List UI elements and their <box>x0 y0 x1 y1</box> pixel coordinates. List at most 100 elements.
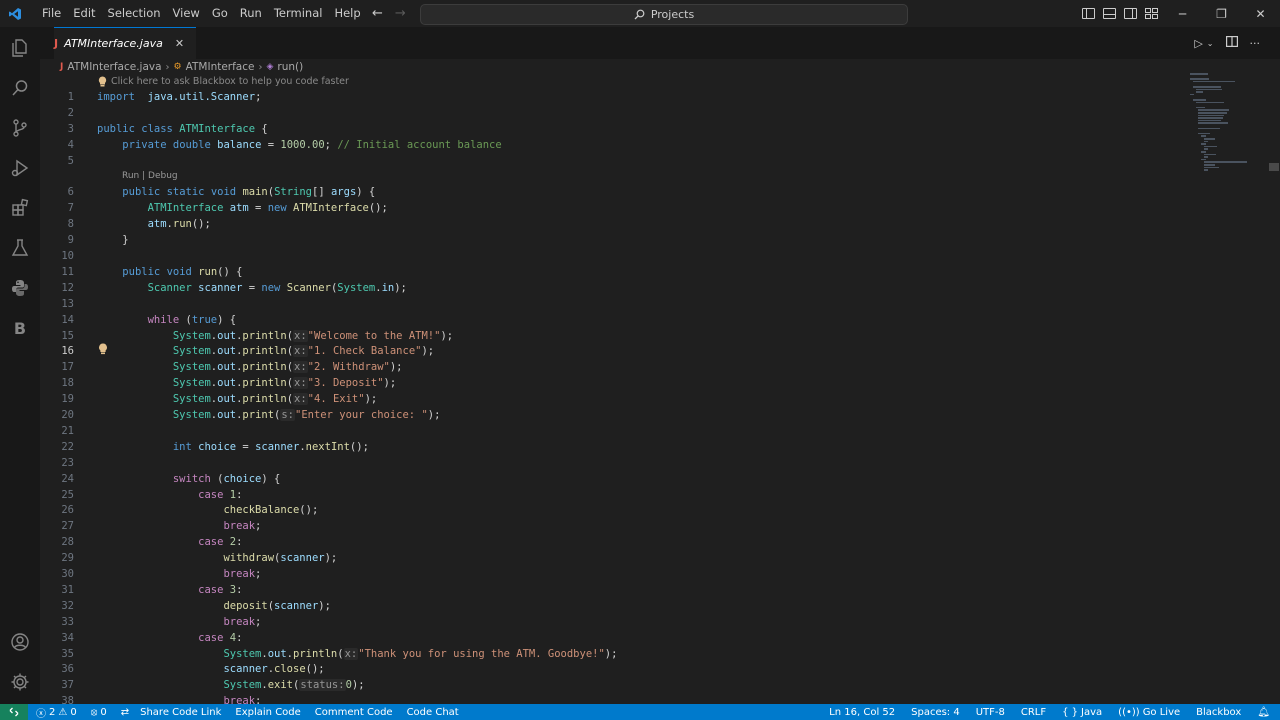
line-number: 28 <box>61 536 74 549</box>
token: System <box>337 281 376 294</box>
token: ATMInterface <box>293 202 369 215</box>
minimap-line <box>1198 119 1221 122</box>
problems-indicator[interactable]: ⓧ 2 ⚠ 0 <box>36 705 77 720</box>
breadcrumb-class[interactable]: ATMInterface <box>186 61 255 73</box>
line-text: System.out.println(x:"4. Exit"); <box>97 391 377 407</box>
toggle-panel-icon[interactable] <box>1103 8 1116 19</box>
testing-flask-icon[interactable] <box>8 236 32 260</box>
menu-selection[interactable]: Selection <box>102 0 167 27</box>
status-bar: ⓧ 2 ⚠ 0 ⦻ 0 ⇄ Share Code Link Explain Code … <box>0 704 1280 720</box>
inlay-hint: x: <box>293 329 308 342</box>
menu-edit[interactable]: Edit <box>67 0 101 27</box>
go-live-button[interactable]: ((•)) Go Live <box>1118 707 1180 718</box>
share-code-link[interactable]: ⇄ Share Code Link <box>121 707 222 718</box>
minimap[interactable] <box>1190 73 1266 183</box>
notifications-bell-icon[interactable]: 🔔︎ <box>1257 707 1270 718</box>
window-controls: ─ ❐ ✕ <box>1163 0 1280 27</box>
menu-file[interactable]: File <box>36 0 67 27</box>
vertical-scrollbar[interactable] <box>1269 73 1279 703</box>
token: = <box>248 202 268 215</box>
line-number: 12 <box>61 281 74 294</box>
customize-layout-icon[interactable] <box>1145 8 1158 19</box>
line-text: break; <box>97 566 261 582</box>
menu-run[interactable]: Run <box>234 0 268 27</box>
blackbox-b-icon[interactable]: B <box>8 316 32 340</box>
lightbulb-icon[interactable] <box>98 343 108 355</box>
restore-icon[interactable]: ❐ <box>1202 0 1241 27</box>
token: = <box>261 138 281 151</box>
line-number: 4 <box>67 138 74 151</box>
close-tab-icon[interactable]: ✕ <box>175 37 184 50</box>
minimize-icon[interactable]: ─ <box>1163 0 1202 27</box>
token: balance <box>217 138 262 151</box>
indentation[interactable]: Spaces: 4 <box>911 707 960 718</box>
codelens-debug[interactable]: Debug <box>148 171 178 181</box>
minimap-line <box>1195 91 1203 93</box>
python-icon[interactable] <box>8 276 32 300</box>
close-window-icon[interactable]: ✕ <box>1241 0 1280 27</box>
run-dropdown-icon[interactable]: ⌄ <box>1207 39 1214 48</box>
back-arrow-icon[interactable]: ← <box>372 6 383 21</box>
minimap-line <box>1195 106 1206 109</box>
split-editor-icon[interactable] <box>1225 36 1238 50</box>
minimap-line <box>1198 117 1223 119</box>
nav-arrows: ← → <box>372 0 406 27</box>
codelens-run[interactable]: Run <box>122 171 139 181</box>
token: public <box>122 265 161 278</box>
chevron-right-icon: › <box>165 61 170 73</box>
ports-icon: ⦻ <box>90 706 98 718</box>
source-control-icon[interactable] <box>8 116 32 140</box>
minimap-line <box>1198 127 1221 130</box>
breadcrumb-method[interactable]: run() <box>277 61 303 73</box>
encoding[interactable]: UTF-8 <box>976 707 1005 718</box>
settings-gear-icon[interactable] <box>8 670 32 694</box>
explain-code-button[interactable]: Explain Code <box>235 707 300 718</box>
menu-view[interactable]: View <box>167 0 206 27</box>
extensions-icon[interactable] <box>8 196 32 220</box>
comment-code-button[interactable]: Comment Code <box>315 707 393 718</box>
tab-atminterface-java[interactable]: J ATMInterface.java ✕ <box>54 27 197 59</box>
token: close <box>274 663 306 676</box>
codelens-run-debug[interactable]: Run | Debug <box>122 171 178 181</box>
run-debug-icon[interactable] <box>8 156 32 180</box>
breadcrumb-file[interactable]: ATMInterface.java <box>67 61 161 73</box>
toggle-secondary-sidebar-icon[interactable] <box>1124 8 1137 19</box>
token: public <box>122 186 161 199</box>
minimap-line <box>1190 93 1194 96</box>
menu-help[interactable]: Help <box>328 0 366 27</box>
toggle-primary-sidebar-icon[interactable] <box>1082 8 1095 19</box>
token: true <box>191 313 218 326</box>
token: println <box>242 361 287 374</box>
token: // Initial account balance <box>337 138 502 151</box>
token: println <box>293 647 338 660</box>
blackbox-status[interactable]: Blackbox <box>1196 707 1241 718</box>
cursor-position[interactable]: Ln 16, Col 52 <box>829 707 895 718</box>
scrollbar-thumb[interactable] <box>1269 163 1279 171</box>
tab-label: ATMInterface.java <box>64 37 163 50</box>
code-chat-button[interactable]: Code Chat <box>407 707 459 718</box>
error-count: 2 <box>49 706 56 718</box>
line-endings[interactable]: CRLF <box>1021 707 1046 718</box>
menu-go[interactable]: Go <box>206 0 234 27</box>
blackbox-hint[interactable]: Click here to ask Blackbox to help you c… <box>98 76 349 87</box>
forward-arrow-icon[interactable]: → <box>395 6 406 21</box>
ports-indicator[interactable]: ⦻ 0 <box>91 707 107 718</box>
menu-terminal[interactable]: Terminal <box>268 0 329 27</box>
language-mode[interactable]: { } Java <box>1062 707 1102 718</box>
explorer-icon[interactable] <box>8 36 32 60</box>
more-actions-icon[interactable]: ··· <box>1250 37 1261 50</box>
token: void <box>210 186 237 199</box>
token: withdraw <box>223 552 275 565</box>
minimap-line <box>1192 80 1235 83</box>
line-number: 8 <box>67 218 74 231</box>
account-icon[interactable] <box>8 630 32 654</box>
run-code-icon[interactable]: ▷ <box>1194 37 1202 50</box>
command-center-search[interactable]: Projects <box>420 4 908 25</box>
remote-indicator-icon[interactable] <box>0 704 28 720</box>
line-number: 37 <box>61 679 74 692</box>
search-view-icon[interactable] <box>8 76 32 100</box>
